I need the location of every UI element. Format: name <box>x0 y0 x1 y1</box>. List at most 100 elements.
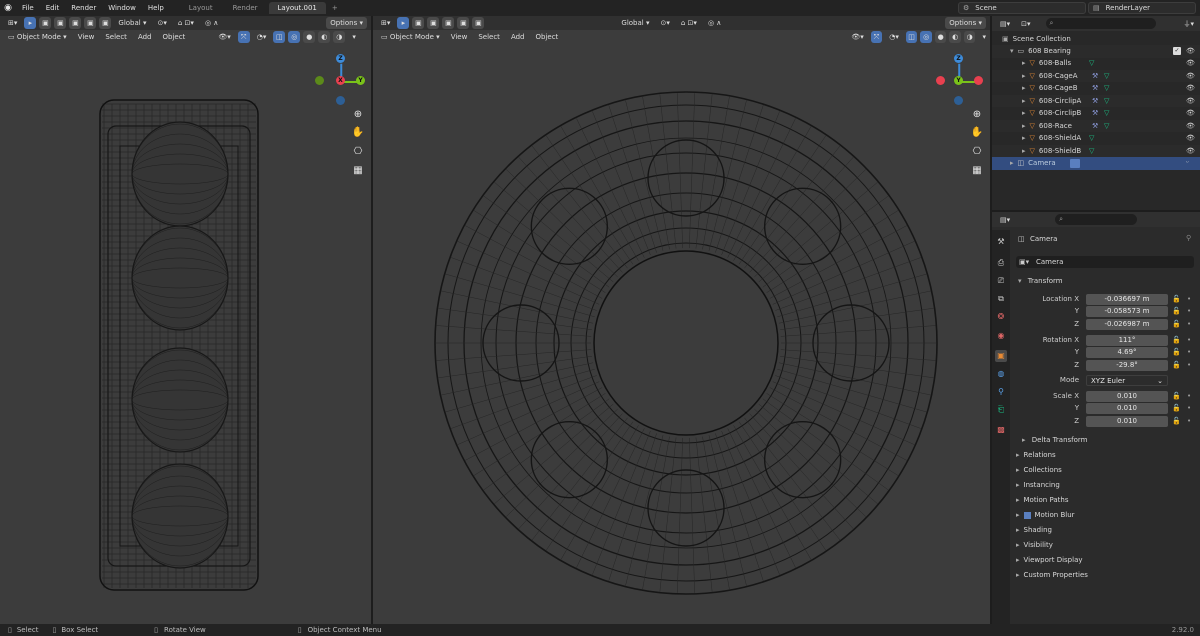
keyframe-dot-icon[interactable]: • <box>1187 417 1191 425</box>
keyframe-dot-icon[interactable]: • <box>1187 320 1191 328</box>
workspace-tab-layout[interactable]: Layout <box>180 2 222 14</box>
visibility-eye-icon[interactable]: 👁 <box>1186 97 1195 105</box>
keyframe-dot-icon[interactable]: • <box>1187 361 1191 369</box>
world-tab-icon[interactable]: ◉ <box>995 330 1007 342</box>
physics-tab-icon[interactable]: ◍ <box>995 368 1007 380</box>
camera-view-icon[interactable]: ⎔ <box>969 143 985 159</box>
lock-icon[interactable]: 🔓 <box>1172 361 1181 369</box>
gizmo-y-icon[interactable]: Y <box>954 76 963 85</box>
outliner-row-608-cagea[interactable]: ▸ ▽ 608-CageA ⚒ ▽ 👁 <box>992 69 1200 82</box>
lock-icon[interactable]: 🔓 <box>1172 307 1181 315</box>
render-tab-icon[interactable]: ⎙ <box>995 257 1007 269</box>
menu-edit[interactable]: Edit <box>40 0 66 16</box>
keyframe-dot-icon[interactable]: • <box>1187 392 1191 400</box>
lock-icon[interactable]: 🔓 <box>1172 295 1181 303</box>
outliner-row-608-race[interactable]: ▸ ▽ 608-Race ⚒ ▽ 👁 <box>992 119 1200 132</box>
outliner[interactable]: ▤▾ ⊡▾ ⌕ ⏚▾ ▣ Scene Collection ▾ ▭ 608 Be… <box>992 16 1200 210</box>
keyframe-dot-icon[interactable]: • <box>1187 348 1191 356</box>
object-data-tab-icon[interactable]: ⎗ <box>995 404 1007 416</box>
gizmo-x-icon[interactable] <box>936 76 945 85</box>
visibility-eye-icon[interactable]: 👁 <box>1186 84 1195 92</box>
lock-icon[interactable]: 🔓 <box>1172 417 1181 425</box>
panel-motion-paths[interactable]: ▸ Motion Paths <box>1016 493 1196 507</box>
rotation-x-field[interactable]: 111° <box>1086 335 1168 346</box>
visibility-eye-icon[interactable]: 👁 <box>1186 147 1195 155</box>
pin-icon[interactable]: ⚲ <box>1186 234 1191 242</box>
visibility-eye-icon[interactable]: 👁 <box>1186 134 1195 142</box>
add-workspace-button[interactable]: + <box>326 4 344 12</box>
gizmo-z-icon[interactable]: Z <box>336 54 345 63</box>
view-layer-tab-icon[interactable]: ⧉ <box>995 293 1007 305</box>
outliner-row-camera[interactable]: ▸ ◫ Camera ᵕ <box>992 157 1200 170</box>
viewport-right[interactable]: ⊞▾ ▸ ▣ ▣ ▣ ▣ ▣ Global ▾ ⊙▾ ⌂ ⊡▾ ◎ ∧ Opti… <box>373 16 990 624</box>
collection-row-608-bearing[interactable]: ▾ ▭ 608 Bearing ✓ 👁 <box>992 45 1200 58</box>
navigation-gizmo-left[interactable]: Z X Y <box>315 52 371 112</box>
zoom-icon[interactable]: ⊕ <box>969 106 985 122</box>
keyframe-dot-icon[interactable]: • <box>1187 295 1191 303</box>
rotation-mode-select[interactable]: XYZ Euler ⌄ <box>1086 375 1168 386</box>
display-mode-icon[interactable]: ⊡▾ <box>1017 18 1034 30</box>
rotation-y-field[interactable]: 4.69° <box>1086 347 1168 358</box>
panel-visibility[interactable]: ▸ Visibility <box>1016 538 1196 552</box>
render-layer-selector[interactable]: ▤ RenderLayer <box>1088 2 1196 14</box>
gizmo-z-icon[interactable]: Z <box>954 54 963 63</box>
motion-blur-checkbox[interactable] <box>1023 511 1031 519</box>
visibility-eye-icon[interactable]: 👁 <box>1186 109 1195 117</box>
camera-data-icon[interactable] <box>1070 158 1080 168</box>
gizmo-x-icon[interactable]: X <box>336 76 345 85</box>
object-tab-icon[interactable]: ▣ <box>995 350 1007 362</box>
scene-tab-icon[interactable]: ❂ <box>995 311 1007 323</box>
viewport-left[interactable]: ⊞▾ ▸ ▣ ▣ ▣ ▣ ▣ Global ▾ ⊙▾ ⌂ ⊡▾ ◎ ∧ Opti… <box>0 16 371 624</box>
properties-search-input[interactable]: ⌕ <box>1055 214 1138 225</box>
camera-view-icon[interactable]: ⎔ <box>350 143 366 159</box>
keyframe-dot-icon[interactable]: • <box>1187 307 1191 315</box>
location-x-field[interactable]: -0.036697 m <box>1086 294 1168 305</box>
workspace-tab-layout-001[interactable]: Layout.001 <box>268 2 326 14</box>
gizmo-neg-y-icon[interactable] <box>315 76 324 85</box>
pan-hand-icon[interactable]: ✋ <box>969 124 985 140</box>
output-tab-icon[interactable]: ⎚ <box>995 275 1007 287</box>
panel-motion-blur[interactable]: ▸ Motion Blur <box>1016 508 1196 522</box>
keyframe-dot-icon[interactable]: • <box>1187 404 1191 412</box>
menu-window[interactable]: Window <box>102 0 142 16</box>
scale-y-field[interactable]: 0.010 <box>1086 403 1168 414</box>
outliner-row-608-circlipb[interactable]: ▸ ▽ 608-CirclipB ⚒ ▽ 👁 <box>992 107 1200 120</box>
texture-tab-icon[interactable]: ▩ <box>995 424 1007 436</box>
scene-selector[interactable]: ⚙ Scene <box>958 2 1086 14</box>
constraints-tab-icon[interactable]: ⚲ <box>995 386 1007 398</box>
properties-editor[interactable]: ▤▾ ⌕ ⚒ ⎙ ⎚ ⧉ ❂ ◉ ▣ ◍ ⚲ ⎗ ▩ ◫ Camera ⚲ ▣▾… <box>992 212 1200 624</box>
panel-shading[interactable]: ▸ Shading <box>1016 523 1196 537</box>
navigation-gizmo-right[interactable]: Z Y <box>936 52 990 112</box>
blender-logo-icon[interactable]: ◉ <box>0 0 16 16</box>
location-z-field[interactable]: -0.026987 m <box>1086 319 1168 330</box>
transform-panel-header[interactable]: ▾ Transform <box>1010 274 1200 288</box>
grid-view-icon[interactable]: ▦ <box>350 162 366 178</box>
menu-help[interactable]: Help <box>142 0 170 16</box>
outliner-editor-type-icon[interactable]: ▤▾ <box>996 18 1014 30</box>
lock-icon[interactable]: 🔓 <box>1172 348 1181 356</box>
delta-transform-subpanel[interactable]: ▸ Delta Transform <box>1022 433 1200 447</box>
lock-icon[interactable]: 🔓 <box>1172 320 1181 328</box>
visibility-eye-icon[interactable]: 👁 <box>1186 47 1195 55</box>
outliner-search-input[interactable]: ⌕ <box>1045 18 1156 29</box>
grid-view-icon[interactable]: ▦ <box>969 162 985 178</box>
panel-custom-properties[interactable]: ▸ Custom Properties <box>1016 568 1196 582</box>
workspace-tab-render[interactable]: Render <box>224 2 267 14</box>
scale-z-field[interactable]: 0.010 <box>1086 416 1168 427</box>
outliner-row-608-shielda[interactable]: ▸ ▽ 608-ShieldA ▽ 👁 <box>992 132 1200 145</box>
visibility-eye-icon[interactable]: 👁 <box>1186 122 1195 130</box>
keyframe-dot-icon[interactable]: • <box>1187 336 1191 344</box>
gizmo-neg-z-icon[interactable] <box>954 96 963 105</box>
zoom-icon[interactable]: ⊕ <box>350 106 366 122</box>
scene-collection-row[interactable]: ▣ Scene Collection <box>992 33 1200 46</box>
pan-hand-icon[interactable]: ✋ <box>350 124 366 140</box>
outliner-row-608-cageb[interactable]: ▸ ▽ 608-CageB ⚒ ▽ 👁 <box>992 82 1200 95</box>
tool-tab-icon[interactable]: ⚒ <box>995 236 1007 248</box>
gizmo-neg-z-icon[interactable] <box>336 96 345 105</box>
scale-x-field[interactable]: 0.010 <box>1086 391 1168 402</box>
panel-viewport-display[interactable]: ▸ Viewport Display <box>1016 553 1196 567</box>
gizmo-neg-x-icon[interactable] <box>974 76 983 85</box>
outliner-row-608-balls[interactable]: ▸ ▽ 608-Balls ▽ 👁 <box>992 57 1200 70</box>
menu-render[interactable]: Render <box>65 0 102 16</box>
menu-file[interactable]: File <box>16 0 40 16</box>
